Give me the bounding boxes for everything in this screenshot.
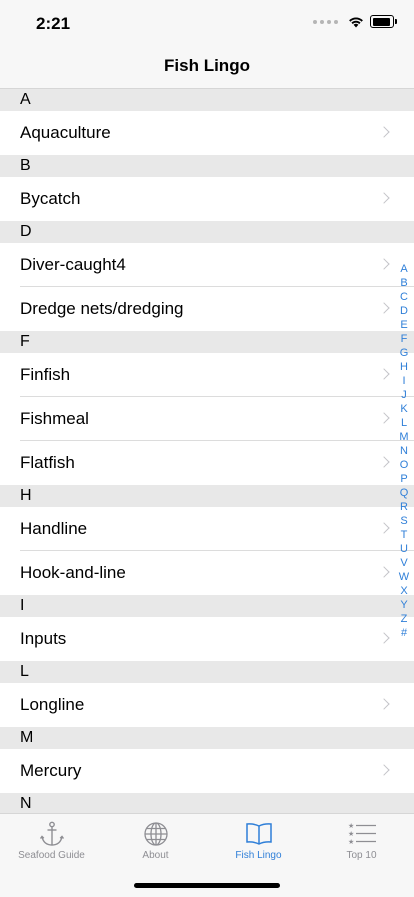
index-letter[interactable]: J — [401, 388, 407, 402]
navigation-bar: Fish Lingo — [0, 44, 414, 89]
section-header-d: D — [0, 221, 414, 243]
list-item-label: Mercury — [20, 761, 82, 780]
list-item[interactable]: Longline — [0, 683, 414, 727]
index-letter[interactable]: Q — [400, 486, 409, 500]
list-item[interactable]: Fishmeal — [0, 397, 414, 441]
chevron-right-icon — [378, 412, 390, 424]
index-letter[interactable]: G — [400, 346, 409, 360]
index-letter[interactable]: I — [402, 374, 405, 388]
list-item-label: Longline — [20, 695, 85, 714]
section-header-m: M — [0, 727, 414, 749]
status-icons — [313, 15, 397, 28]
svg-text:★: ★ — [348, 838, 354, 846]
index-letter[interactable]: D — [400, 304, 408, 318]
home-indicator[interactable] — [134, 883, 280, 888]
chevron-right-icon — [378, 698, 390, 710]
chevron-right-icon — [378, 192, 390, 204]
index-letter[interactable]: S — [400, 514, 407, 528]
tab-about[interactable]: About — [104, 814, 207, 874]
chevron-right-icon — [378, 258, 390, 270]
section-index-bar[interactable]: A B C D E F G H I J K L M N O P Q R S T U V W X Y Z # — [398, 262, 410, 640]
status-bar: 2:21 — [0, 0, 414, 44]
chevron-right-icon — [378, 566, 390, 578]
index-letter[interactable]: C — [400, 290, 408, 304]
index-letter[interactable]: # — [401, 626, 407, 640]
index-letter[interactable]: Z — [401, 612, 408, 626]
list-item[interactable]: Finfish — [0, 353, 414, 397]
list-item-label: Aquaculture — [20, 123, 111, 142]
chevron-right-icon — [378, 456, 390, 468]
list-item[interactable]: Flatfish — [0, 441, 414, 485]
chevron-right-icon — [378, 632, 390, 644]
index-letter[interactable]: X — [400, 584, 407, 598]
index-letter[interactable]: K — [400, 402, 407, 416]
list-item-label: Finfish — [20, 365, 71, 384]
chevron-right-icon — [378, 302, 390, 314]
status-time: 2:21 — [36, 14, 71, 33]
index-letter[interactable]: T — [401, 528, 408, 542]
chevron-right-icon — [378, 522, 390, 534]
signal-icon — [313, 19, 338, 24]
globe-icon — [143, 822, 168, 846]
tab-label: Seafood Guide — [18, 850, 85, 861]
list-item-label: Inputs — [20, 629, 67, 648]
tab-fish-lingo[interactable]: Fish Lingo — [207, 814, 310, 874]
section-header-n: N — [0, 793, 414, 815]
list-item[interactable]: Handline — [0, 507, 414, 551]
list-item[interactable]: Dredge nets/dredging — [0, 287, 414, 331]
ranked-list-icon: ★ ★ ★ — [348, 822, 376, 846]
svg-text:★: ★ — [348, 822, 354, 830]
list-item-label: Flatfish — [20, 453, 75, 472]
chevron-right-icon — [378, 126, 390, 138]
tab-seafood-guide[interactable]: Seafood Guide — [0, 814, 103, 874]
index-letter[interactable]: V — [400, 556, 407, 570]
list-item-label: Hook-and-line — [20, 563, 126, 582]
index-letter[interactable]: O — [400, 458, 409, 472]
section-header-b: B — [0, 155, 414, 177]
section-header-l: L — [0, 661, 414, 683]
section-header-f: F — [0, 331, 414, 353]
index-letter[interactable]: A — [400, 262, 407, 276]
page-title: Fish Lingo — [164, 56, 250, 75]
anchor-icon — [39, 821, 64, 846]
book-icon — [245, 823, 272, 845]
glossary-list[interactable]: A Aquaculture B Bycatch D Diver-caught4 Dredge… — [0, 89, 414, 815]
index-letter[interactable]: P — [400, 472, 407, 486]
index-letter[interactable]: E — [400, 318, 407, 332]
list-item[interactable]: Bycatch — [0, 177, 414, 221]
list-item-label: Diver-caught4 — [20, 255, 126, 274]
section-header-h: H — [0, 485, 414, 507]
index-letter[interactable]: B — [400, 276, 407, 290]
tab-top-10[interactable]: ★ ★ ★ Top 10 — [310, 814, 413, 874]
list-item[interactable]: Mercury — [0, 749, 414, 793]
section-header-a: A — [0, 89, 414, 111]
tab-label: About — [142, 850, 169, 861]
index-letter[interactable]: U — [400, 542, 408, 556]
list-item-label: Fishmeal — [20, 409, 89, 428]
list-item-label: Dredge nets/dredging — [20, 299, 184, 318]
chevron-right-icon — [378, 764, 390, 776]
index-letter[interactable]: R — [400, 500, 408, 514]
index-letter[interactable]: Y — [400, 598, 407, 612]
index-letter[interactable]: M — [399, 430, 408, 444]
wifi-icon — [349, 16, 363, 27]
index-letter[interactable]: F — [401, 332, 408, 346]
list-item[interactable]: Diver-caught4 — [0, 243, 414, 287]
index-letter[interactable]: L — [401, 416, 407, 430]
list-item[interactable]: Inputs — [0, 617, 414, 661]
list-item-label: Handline — [20, 519, 88, 538]
battery-icon — [370, 15, 397, 28]
section-header-i: I — [0, 595, 414, 617]
tab-label: Top 10 — [346, 850, 377, 861]
tab-label: Fish Lingo — [235, 850, 282, 861]
list-item[interactable]: Hook-and-line — [0, 551, 414, 595]
list-item-label: Bycatch — [20, 189, 81, 208]
chevron-right-icon — [378, 368, 390, 380]
index-letter[interactable]: W — [399, 570, 409, 584]
list-item[interactable]: Aquaculture — [0, 111, 414, 155]
index-letter[interactable]: H — [400, 360, 408, 374]
index-letter[interactable]: N — [400, 444, 408, 458]
svg-text:★: ★ — [348, 830, 354, 838]
